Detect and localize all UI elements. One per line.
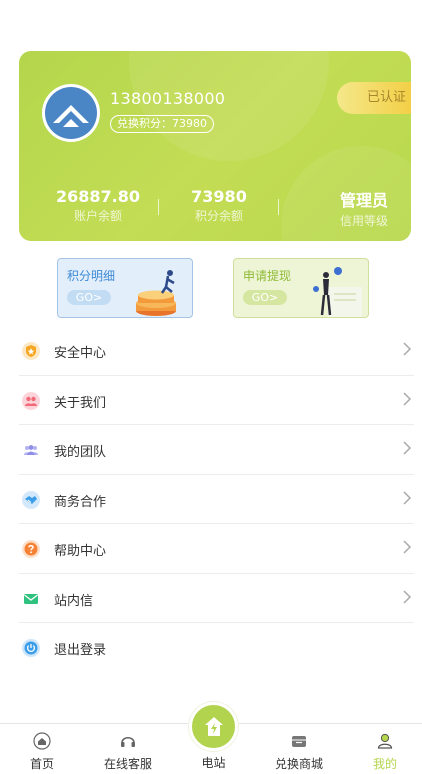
headset-icon	[121, 736, 135, 747]
menu-item-security-center[interactable]: 安全中心	[19, 326, 414, 376]
menu-item-inbox[interactable]: 站内信	[19, 574, 414, 623]
chevron-right-icon	[403, 589, 412, 604]
menu-item-label: 帮助中心	[54, 544, 107, 559]
avatar-logo-icon	[53, 105, 89, 127]
chevron-right-icon	[403, 441, 412, 455]
coins-illustration-icon	[136, 270, 176, 316]
go-button[interactable]: GO>	[243, 290, 287, 305]
stat-balance: 26887.80 账户余额	[53, 187, 143, 224]
shop-icon	[292, 736, 306, 747]
tab-power-station[interactable]	[189, 702, 238, 751]
tab-online-service[interactable]: 在线客服	[86, 724, 170, 774]
stat-divider	[158, 199, 159, 215]
withdraw-request-card[interactable]: 申请提现 GO>	[233, 258, 369, 318]
tab-label: 兑换商城	[274, 757, 323, 771]
chevron-right-icon	[403, 391, 412, 406]
stat-value: 管理员	[339, 191, 388, 210]
stat-label: 账户余额	[73, 209, 122, 223]
power-icon	[22, 639, 40, 657]
points-detail-card[interactable]: 积分明细 GO>	[57, 258, 193, 318]
menu-item-label: 退出登录	[54, 643, 107, 658]
handshake-icon	[22, 490, 40, 509]
avatar[interactable]	[42, 84, 100, 142]
points-badge: 兑换积分：73980	[110, 115, 214, 133]
question-icon	[22, 540, 40, 558]
tab-label: 电站	[201, 756, 226, 770]
tab-label: 在线客服	[103, 757, 152, 771]
home-icon	[33, 732, 51, 750]
menu-item-label: 商务合作	[54, 494, 107, 510]
tab-label: 首页	[29, 757, 54, 771]
chevron-right-icon	[403, 342, 412, 356]
verified-badge[interactable]: 已认证	[337, 82, 411, 114]
profile-card: 13800138000 兑换积分：73980 已认证 26887.80 账户余额…	[19, 51, 411, 241]
user-icon	[377, 733, 393, 749]
menu-item-label: 我的团队	[54, 445, 107, 460]
chevron-right-icon	[403, 540, 412, 554]
stat-points: 73980 积分余额	[174, 187, 264, 224]
tab-label: 我的	[372, 757, 397, 771]
tab-exchange-mall[interactable]: 兑换商城	[257, 724, 341, 774]
team-icon	[22, 441, 40, 459]
promo-title: 积分明细	[67, 269, 116, 283]
mail-icon	[22, 590, 40, 608]
go-button[interactable]: GO>	[67, 290, 111, 305]
stat-label: 积分余额	[194, 209, 243, 223]
menu-item-business-cooperation[interactable]: 商务合作	[19, 475, 414, 524]
stat-label: 信用等级	[339, 214, 388, 228]
menu-item-label: 安全中心	[54, 346, 107, 361]
people-icon	[22, 391, 40, 410]
menu-item-my-team[interactable]: 我的团队	[19, 425, 414, 475]
menu-item-label: 站内信	[54, 593, 94, 609]
power-station-icon	[205, 717, 223, 736]
shield-icon	[22, 342, 40, 360]
stat-value: 26887.80	[55, 187, 140, 206]
chevron-right-icon	[403, 490, 412, 505]
stat-divider	[278, 199, 279, 215]
menu-item-about-us[interactable]: 关于我们	[19, 376, 414, 425]
settings-menu: 安全中心 关于我们 我的团队 商务合作 帮助中心 站内信 退出登录	[19, 326, 414, 673]
tab-home[interactable]: 首页	[0, 724, 84, 774]
menu-item-label: 关于我们	[54, 395, 107, 411]
menu-item-logout[interactable]: 退出登录	[19, 623, 414, 673]
tab-mine[interactable]: 我的	[343, 724, 422, 774]
menu-item-help-center[interactable]: 帮助中心	[19, 524, 414, 574]
stat-value: 73980	[191, 187, 247, 206]
promo-title: 申请提现	[243, 269, 292, 283]
stat-credit-level: 管理员 信用等级	[319, 187, 409, 229]
phone-number: 13800138000	[110, 89, 226, 108]
businessman-illustration-icon	[313, 267, 362, 317]
